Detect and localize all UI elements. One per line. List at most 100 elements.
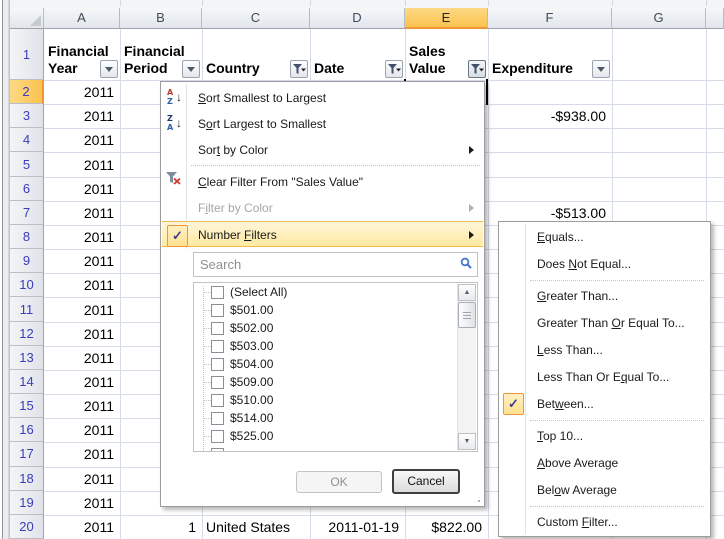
cell-A11[interactable]: 2011 (44, 297, 120, 321)
checkbox-icon[interactable] (211, 304, 224, 317)
column-header-D[interactable]: D (310, 8, 405, 29)
row-header-9[interactable]: 9 (10, 249, 44, 273)
cell-A20[interactable]: 2011 (44, 515, 120, 539)
row-header-13[interactable]: 13 (10, 346, 44, 370)
cell-A8[interactable]: 2011 (44, 225, 120, 249)
filter-dropdown-button-A[interactable] (100, 60, 118, 78)
value-item-509-00[interactable]: $509.00 (194, 373, 477, 391)
submenu-item-less-than[interactable]: Less Than... (500, 337, 709, 364)
cell-A10[interactable]: 2011 (44, 273, 120, 297)
cell-A5[interactable]: 2011 (44, 152, 120, 176)
row-header-4[interactable]: 4 (10, 128, 44, 152)
cell-F3[interactable]: -$938.00 (488, 104, 612, 128)
cell-A4[interactable]: 2011 (44, 128, 120, 152)
submenu-item-custom-filter[interactable]: Custom Filter... (500, 509, 709, 536)
checkbox-icon[interactable] (211, 430, 224, 443)
cell-E20[interactable]: $822.00 (405, 515, 488, 539)
row-header-10[interactable]: 10 (10, 273, 44, 297)
row-header-5[interactable]: 5 (10, 152, 44, 176)
value-item-501-00[interactable]: $501.00 (194, 301, 477, 319)
row-header-16[interactable]: 16 (10, 418, 44, 442)
scroll-up-icon[interactable]: ▲ (458, 284, 476, 301)
filter-dropdown-button-F[interactable] (592, 60, 610, 78)
cell-A12[interactable]: 2011 (44, 322, 120, 346)
cell-A19[interactable]: 2011 (44, 491, 120, 515)
list-scrollbar[interactable]: ▲ ▼ (457, 284, 476, 450)
menu-item-sort-by-color[interactable]: Sort by Color (162, 137, 483, 163)
row-header-7[interactable]: 7 (10, 201, 44, 225)
column-header-E[interactable]: E (405, 8, 488, 29)
cell-A13[interactable]: 2011 (44, 346, 120, 370)
filter-applied-button-C[interactable] (290, 60, 308, 78)
submenu-item-does-not-equal[interactable]: Does Not Equal... (500, 251, 709, 278)
checkbox-icon[interactable] (211, 376, 224, 389)
value-item-525-00[interactable]: $525.00 (194, 427, 477, 445)
checkbox-icon[interactable] (211, 448, 224, 453)
value-item-504-00[interactable]: $504.00 (194, 355, 477, 373)
cell-A17[interactable]: 2011 (44, 442, 120, 466)
checkbox-icon[interactable] (211, 412, 224, 425)
row-header-19[interactable]: 19 (10, 491, 44, 515)
menu-item-sort-smallest-to-largest[interactable]: AZ↓Sort Smallest to Largest (162, 85, 483, 111)
cell-A9[interactable]: 2011 (44, 249, 120, 273)
value-item-510-00[interactable]: $510.00 (194, 391, 477, 409)
value-item-partial[interactable] (194, 445, 477, 452)
column-header-B[interactable]: B (120, 8, 202, 29)
cell-A16[interactable]: 2011 (44, 418, 120, 442)
row-header-12[interactable]: 12 (10, 322, 44, 346)
menu-item-clear-filter-from-sales-value[interactable]: Clear Filter From "Sales Value" (162, 169, 483, 195)
row-header-3[interactable]: 3 (10, 104, 44, 128)
column-header-partial[interactable] (706, 8, 724, 29)
value-item-514-00[interactable]: $514.00 (194, 409, 477, 427)
filter-dropdown-button-B[interactable] (182, 60, 200, 78)
cell-D20[interactable]: 2011-01-19 (310, 515, 405, 539)
cell-A14[interactable]: 2011 (44, 370, 120, 394)
submenu-item-top-10[interactable]: Top 10... (500, 423, 709, 450)
column-header-C[interactable]: C (202, 8, 310, 29)
value-item-502-00[interactable]: $502.00 (194, 319, 477, 337)
scrollbar-thumb[interactable] (458, 302, 476, 328)
submenu-item-below-average[interactable]: Below Average (500, 477, 709, 504)
row-header-15[interactable]: 15 (10, 394, 44, 418)
value-item-select-all[interactable]: (Select All) (194, 283, 477, 301)
scroll-down-icon[interactable]: ▼ (458, 433, 476, 450)
filter-applied-button-E[interactable] (468, 60, 486, 78)
checkbox-icon[interactable] (211, 340, 224, 353)
filter-applied-button-D[interactable] (385, 60, 403, 78)
cell-A6[interactable]: 2011 (44, 177, 120, 201)
row-header-8[interactable]: 8 (10, 225, 44, 249)
submenu-item-equals[interactable]: Equals... (500, 224, 709, 251)
resize-grip[interactable] (473, 495, 482, 504)
checkbox-icon[interactable] (211, 394, 224, 407)
submenu-item-less-than-or-equal-to[interactable]: Less Than Or Equal To... (500, 364, 709, 391)
submenu-item-above-average[interactable]: Above Average (500, 450, 709, 477)
cell-A3[interactable]: 2011 (44, 104, 120, 128)
row-header-1[interactable]: 1 (10, 29, 44, 80)
row-header-14[interactable]: 14 (10, 370, 44, 394)
menu-item-number-filters[interactable]: ✓Number Filters (162, 221, 483, 247)
row-header-11[interactable]: 11 (10, 297, 44, 321)
row-header-20[interactable]: 20 (10, 515, 44, 539)
column-header-A[interactable]: A (44, 8, 120, 29)
cell-A15[interactable]: 2011 (44, 394, 120, 418)
value-item-503-00[interactable]: $503.00 (194, 337, 477, 355)
cell-B20[interactable]: 1 (120, 515, 202, 539)
cell-A7[interactable]: 2011 (44, 201, 120, 225)
checkbox-icon[interactable] (211, 322, 224, 335)
row-header-2[interactable]: 2 (10, 80, 44, 104)
column-header-G[interactable]: G (612, 8, 706, 29)
select-all-corner[interactable] (10, 8, 44, 29)
search-input[interactable] (193, 252, 478, 277)
submenu-item-greater-than[interactable]: Greater Than... (500, 283, 709, 310)
cell-A18[interactable]: 2011 (44, 467, 120, 491)
row-header-6[interactable]: 6 (10, 177, 44, 201)
row-header-18[interactable]: 18 (10, 467, 44, 491)
checkbox-icon[interactable] (211, 286, 224, 299)
cancel-button[interactable]: Cancel (392, 469, 460, 494)
menu-item-sort-largest-to-smallest[interactable]: ZA↓Sort Largest to Smallest (162, 111, 483, 137)
column-header-F[interactable]: F (488, 8, 612, 29)
submenu-item-greater-than-or-equal-to[interactable]: Greater Than Or Equal To... (500, 310, 709, 337)
submenu-item-between[interactable]: ✓Between... (500, 391, 709, 418)
cell-A2[interactable]: 2011 (44, 80, 120, 104)
checkbox-icon[interactable] (211, 358, 224, 371)
